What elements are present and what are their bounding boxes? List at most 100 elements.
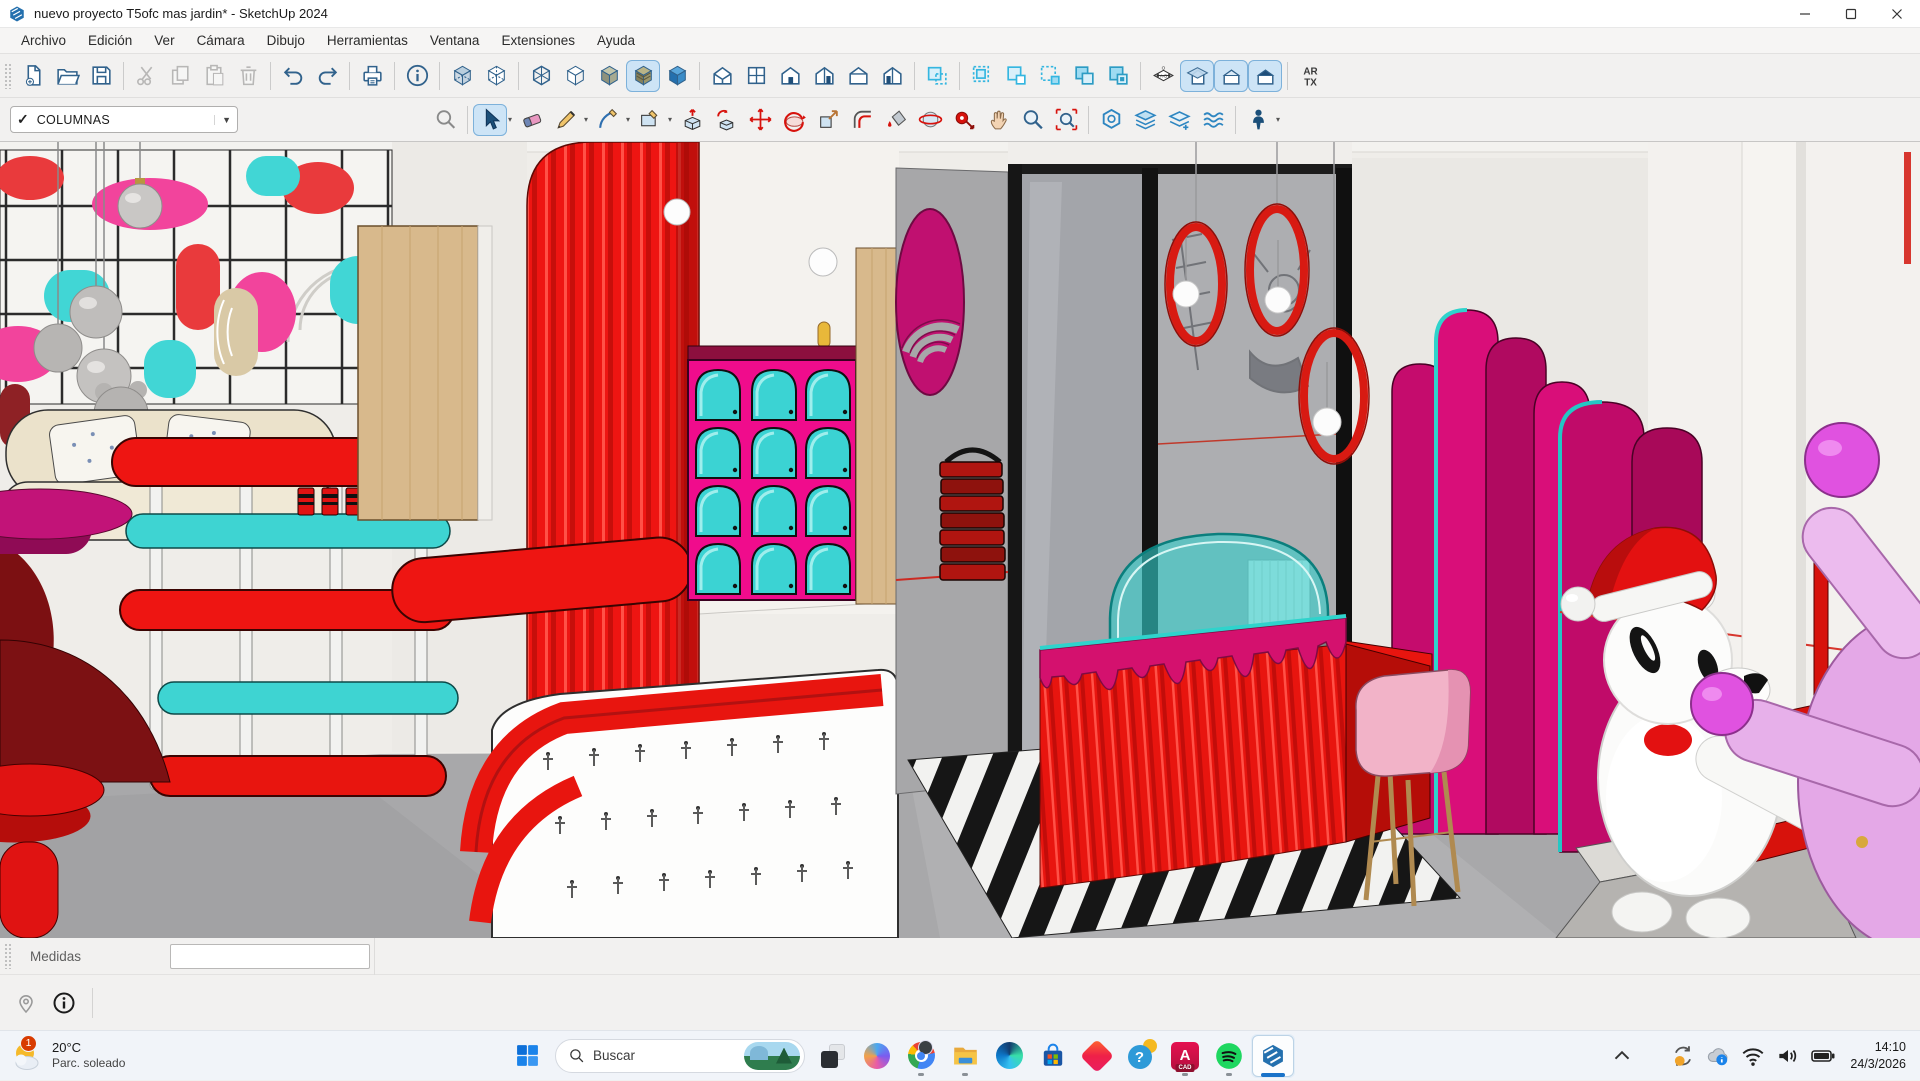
tray-clock[interactable]: 14:10 24/3/2026 <box>1850 1039 1906 1072</box>
pan-tool-icon[interactable] <box>981 104 1015 136</box>
extension-waves-icon[interactable] <box>1196 104 1230 136</box>
wifi-icon[interactable] <box>1740 1043 1766 1069</box>
redo-icon[interactable] <box>310 60 344 92</box>
menu-dibujo[interactable]: Dibujo <box>256 30 316 51</box>
edge-button[interactable] <box>987 1034 1031 1078</box>
line-tool-icon[interactable] <box>549 104 583 136</box>
style-wireframe-icon[interactable] <box>524 60 558 92</box>
view-left-icon[interactable] <box>875 60 909 92</box>
chrome-button[interactable] <box>899 1034 943 1078</box>
paint-bucket-tool-icon[interactable] <box>879 104 913 136</box>
menu-extensiones[interactable]: Extensiones <box>490 30 586 51</box>
style-monochrome-icon[interactable] <box>660 60 694 92</box>
gem-app-button[interactable] <box>1075 1034 1119 1078</box>
model-info-icon[interactable] <box>400 60 434 92</box>
paste-icon[interactable] <box>197 60 231 92</box>
style-shaded-icon[interactable] <box>592 60 626 92</box>
close-button[interactable] <box>1874 0 1920 28</box>
push-pull-tool-icon[interactable] <box>675 104 709 136</box>
undo-icon[interactable] <box>276 60 310 92</box>
maximize-button[interactable] <box>1828 0 1874 28</box>
artx-icon[interactable]: ARTX <box>1293 60 1327 92</box>
print-icon[interactable] <box>355 60 389 92</box>
squares-5-icon[interactable] <box>1067 60 1101 92</box>
menu-camara[interactable]: Cámara <box>186 30 256 51</box>
menu-ayuda[interactable]: Ayuda <box>586 30 646 51</box>
orbit-tool-icon[interactable] <box>913 104 947 136</box>
taskbar-weather-widget[interactable]: 1 20°C Parc. soleado <box>10 1039 125 1073</box>
zoom-extents-tool-icon[interactable] <box>1049 104 1083 136</box>
measurements-input[interactable] <box>170 944 370 969</box>
credits-info-icon[interactable] <box>52 991 76 1015</box>
tag-checkbox[interactable]: ✓ <box>17 111 29 128</box>
spotify-running-indicator <box>1226 1073 1232 1076</box>
extension-layers-icon[interactable] <box>1128 104 1162 136</box>
copilot-button[interactable] <box>855 1034 899 1078</box>
display-section-cuts-icon[interactable] <box>1214 60 1248 92</box>
new-document-icon[interactable] <box>16 60 50 92</box>
taskbar-search[interactable]: Buscar <box>555 1039 805 1073</box>
cut-icon[interactable] <box>129 60 163 92</box>
squares-4-icon[interactable] <box>1033 60 1067 92</box>
delete-icon[interactable] <box>231 60 265 92</box>
person-scale-tool-icon[interactable] <box>1241 104 1275 136</box>
squares-3-icon[interactable] <box>999 60 1033 92</box>
menu-edicion[interactable]: Edición <box>77 30 143 51</box>
file-explorer-button[interactable] <box>943 1034 987 1078</box>
view-iso-icon[interactable] <box>705 60 739 92</box>
section-plane-icon[interactable]: OA-B <box>1146 60 1180 92</box>
viewport-canvas[interactable] <box>0 142 1920 938</box>
tape-measure-tool-icon[interactable] <box>947 104 981 136</box>
spotify-button[interactable] <box>1207 1034 1251 1078</box>
start-button[interactable] <box>505 1034 549 1078</box>
style-xray-icon[interactable] <box>445 60 479 92</box>
autocad-button[interactable]: ACAD <box>1163 1034 1207 1078</box>
menu-herramientas[interactable]: Herramientas <box>316 30 419 51</box>
geolocation-icon[interactable] <box>14 991 38 1015</box>
offset-tool-icon[interactable] <box>845 104 879 136</box>
extension-stack-icon[interactable] <box>1162 104 1196 136</box>
tag-selector[interactable]: ✓ COLUMNAS ▼ <box>10 106 238 133</box>
zoom-tool-icon[interactable] <box>1015 104 1049 136</box>
help-app-button[interactable]: ? <box>1119 1034 1163 1078</box>
display-section-fill-icon[interactable] <box>1248 60 1282 92</box>
tray-chevron-up-icon[interactable] <box>1609 1043 1635 1069</box>
view-front-icon[interactable] <box>773 60 807 92</box>
battery-icon[interactable] <box>1810 1043 1836 1069</box>
squares-1-icon[interactable] <box>920 60 954 92</box>
extension-hexagon-icon[interactable] <box>1094 104 1128 136</box>
minimize-button[interactable] <box>1782 0 1828 28</box>
chevron-down-icon[interactable]: ▼ <box>214 115 231 125</box>
microsoft-store-button[interactable] <box>1031 1034 1075 1078</box>
menu-ventana[interactable]: Ventana <box>419 30 491 51</box>
rectangle-tool-icon[interactable] <box>633 104 667 136</box>
copy-icon[interactable] <box>163 60 197 92</box>
onedrive-cloud-icon[interactable] <box>1705 1043 1731 1069</box>
style-hidden-line-icon[interactable] <box>558 60 592 92</box>
view-right-icon[interactable] <box>807 60 841 92</box>
search-tool-icon[interactable] <box>428 104 462 136</box>
task-view-button[interactable] <box>811 1034 855 1078</box>
search-highlight-image[interactable] <box>744 1042 800 1070</box>
style-back-edges-icon[interactable] <box>479 60 513 92</box>
rotate-tool-icon[interactable] <box>777 104 811 136</box>
select-tool-icon[interactable] <box>473 104 507 136</box>
menu-archivo[interactable]: Archivo <box>10 30 77 51</box>
sketchup-button[interactable] <box>1251 1034 1295 1078</box>
squares-2-icon[interactable] <box>965 60 999 92</box>
follow-me-tool-icon[interactable] <box>709 104 743 136</box>
squares-6-icon[interactable] <box>1101 60 1135 92</box>
save-icon[interactable] <box>84 60 118 92</box>
open-folder-icon[interactable] <box>50 60 84 92</box>
sync-icon[interactable] <box>1670 1043 1696 1069</box>
view-top-icon[interactable] <box>739 60 773 92</box>
scale-tool-icon[interactable] <box>811 104 845 136</box>
display-section-planes-icon[interactable] <box>1180 60 1214 92</box>
volume-icon[interactable] <box>1775 1043 1801 1069</box>
menu-ver[interactable]: Ver <box>143 30 185 51</box>
style-shaded-textures-icon[interactable] <box>626 60 660 92</box>
view-back-icon[interactable] <box>841 60 875 92</box>
arc-tool-icon[interactable] <box>591 104 625 136</box>
move-tool-icon[interactable] <box>743 104 777 136</box>
eraser-tool-icon[interactable] <box>515 104 549 136</box>
